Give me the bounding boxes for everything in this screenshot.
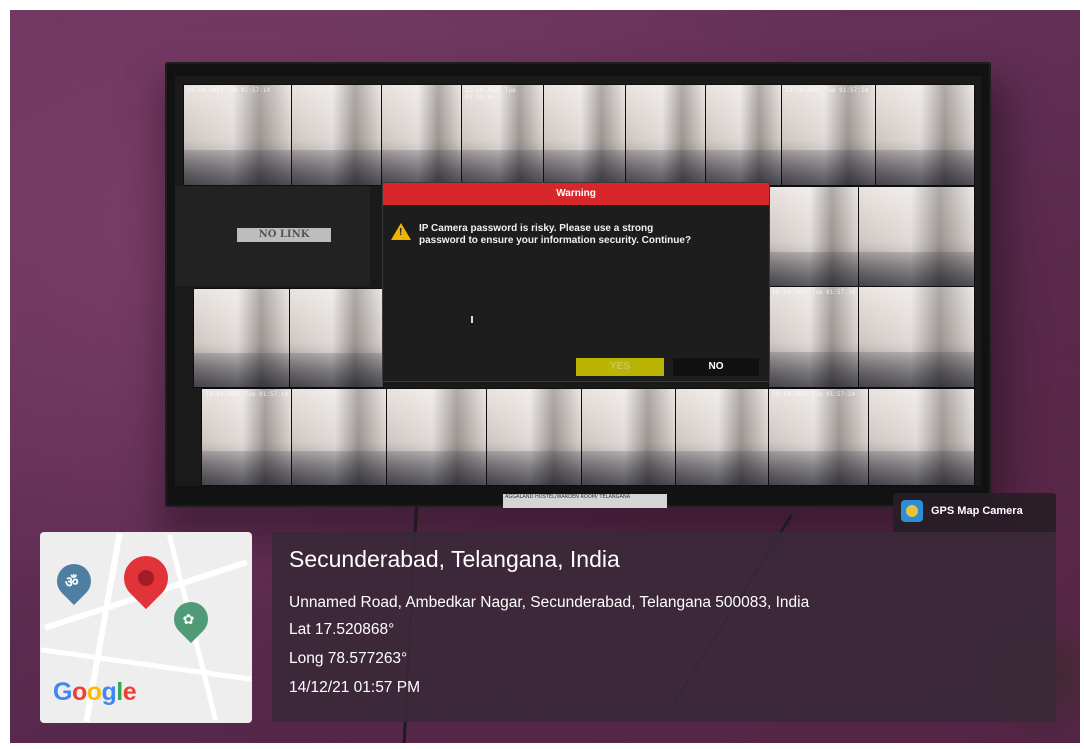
location-latitude: Lat 17.520868°: [289, 621, 395, 638]
camera-feed: 12-14-2021 Tue 01:57:14: [768, 286, 860, 388]
location-longitude: Long 78.577263°: [289, 650, 408, 667]
camera-feed: [625, 84, 707, 186]
camera-feed: [381, 84, 463, 186]
camera-timestamp: 12-14-2021 Tue 01:57:14: [772, 391, 856, 398]
camera-feed: [193, 288, 291, 388]
om-symbol-pin-icon: ॐ: [49, 556, 99, 606]
camera-feed: [289, 288, 384, 388]
yes-button[interactable]: YES: [576, 358, 664, 376]
warning-dialog: Warning ! IP Camera password is risky. P…: [382, 182, 770, 382]
cctv-screen: 12-14-2021 Tue 01:57:14 12-14-2021 Tue 0…: [175, 76, 981, 486]
map-road: [40, 647, 252, 682]
camera-feed: [705, 84, 783, 186]
warning-icon: !: [391, 223, 411, 240]
camera-feed: [858, 286, 975, 388]
dialog-title: Warning: [383, 183, 769, 205]
location-city: Secunderabad, Telangana, India: [289, 546, 620, 572]
location-address: Unnamed Road, Ambedkar Nagar, Secunderab…: [289, 594, 810, 611]
tv-monitor: 12-14-2021 Tue 01:57:14 12-14-2021 Tue 0…: [165, 62, 991, 508]
dialog-message: IP Camera password is risky. Please use …: [419, 223, 759, 247]
no-button[interactable]: NO: [673, 358, 759, 376]
flower-pin-icon: ✿: [166, 594, 216, 644]
camera-feed: 12-14-2021 Tue 01:57:14: [781, 84, 877, 186]
camera-feed: 12-14-2021 Tue 01:57:14: [183, 84, 293, 186]
gps-badge-label: GPS Map Camera: [931, 505, 1023, 517]
camera-feed: 12-14-2021 Tue 01:57:14: [768, 388, 870, 486]
camera-timestamp: 12-14-2021 Tue 01:57:14: [465, 87, 516, 101]
gps-map-camera-badge: GPS Map Camera: [893, 493, 1056, 532]
dialog-message-line: IP Camera password is risky. Please use …: [419, 223, 654, 234]
tv-sticker-label: AGGALAND HOSTEL/WARDEN ROOM/ TELANGANA: [503, 494, 667, 508]
google-logo: Google: [53, 678, 137, 706]
camera-feed: 12-14-2021 Tue 01:57:14: [461, 84, 545, 186]
camera-feed: [581, 388, 677, 486]
camera-feed: [291, 388, 388, 486]
camera-feed: [675, 388, 770, 486]
no-link-label: NO LINK: [237, 228, 331, 242]
camera-feed: [875, 84, 975, 186]
camera-timestamp: 12-14-2021 Tue 01:57:14: [772, 289, 856, 296]
location-info-card: Secunderabad, Telangana, India Unnamed R…: [272, 532, 1056, 722]
camera-feed: [868, 388, 975, 486]
camera-timestamp: 12-14-2021 Tue 01:57:14: [785, 87, 869, 94]
no-link-cell: NO LINK: [175, 186, 370, 286]
camera-feed: [291, 84, 383, 186]
camera-feed: [486, 388, 583, 486]
camera-feed: 12-14-2021 Tue 01:57:14: [201, 388, 293, 486]
mouse-cursor-icon: [471, 316, 473, 323]
map-thumbnail[interactable]: ॐ ✿ Google: [40, 532, 252, 723]
camera-feed: [858, 186, 975, 288]
camera-timestamp: 12-14-2021 Tue 01:57:14: [187, 87, 271, 94]
location-datetime: 14/12/21 01:57 PM: [289, 679, 420, 696]
camera-feed: [386, 388, 488, 486]
camera-icon: [901, 500, 923, 522]
camera-feed: [543, 84, 627, 186]
camera-timestamp: 12-14-2021 Tue 01:57:14: [205, 391, 289, 398]
dialog-message-line: password to ensure your information secu…: [419, 235, 692, 246]
camera-feed: [768, 186, 860, 288]
